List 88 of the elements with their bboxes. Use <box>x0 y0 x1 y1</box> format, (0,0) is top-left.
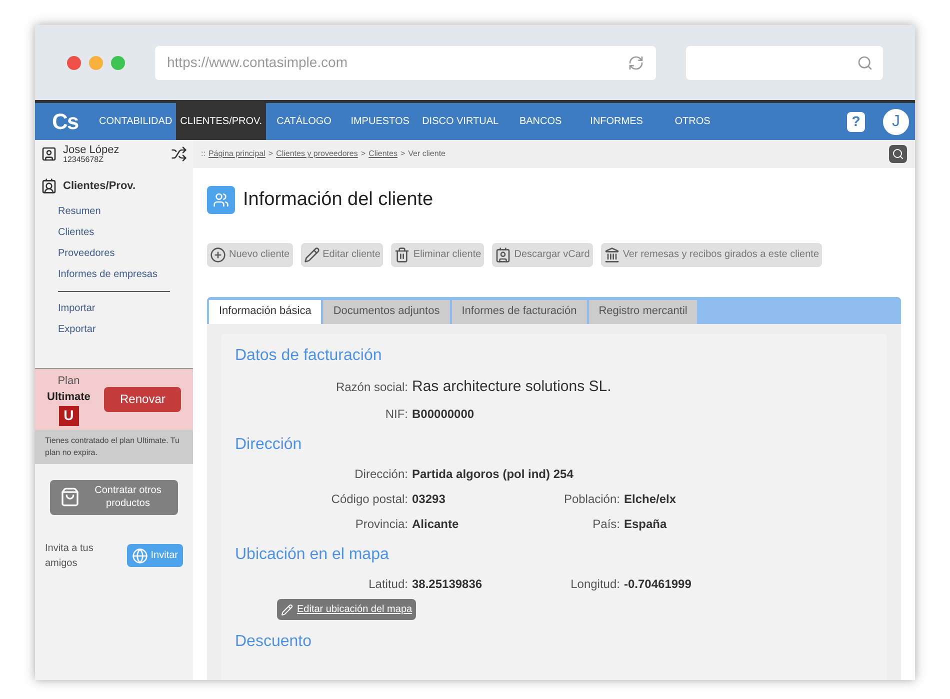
nav-tab[interactable]: DISCO VIRTUAL <box>418 103 503 140</box>
buy-products-button[interactable]: Contratar otros productos <box>50 480 178 514</box>
breadcrumb-separator: > <box>400 148 406 160</box>
field-label: Razón social: <box>334 378 408 396</box>
breadcrumb-link[interactable]: Clientes y proveedores <box>276 148 358 160</box>
section-title: Ubicación en el mapa <box>235 545 390 565</box>
field-value: Partida algoros (pol ind) 254 <box>412 466 574 483</box>
user-name: Jose López <box>63 144 120 156</box>
sidebar-link[interactable]: Importar <box>58 298 170 318</box>
user-id: 12345678Z <box>63 156 104 164</box>
plus-circle-icon <box>210 246 226 262</box>
invite-button[interactable]: Invitar <box>126 544 183 567</box>
field-label: País: <box>592 516 620 533</box>
breadcrumb-prefix: :: <box>201 148 206 160</box>
search-button[interactable] <box>889 145 907 163</box>
tab[interactable]: Información básica <box>209 300 322 324</box>
logo[interactable]: Cs <box>35 103 95 140</box>
field-value: Elche/elx <box>624 491 676 508</box>
url-text: https://www.contasimple.com <box>167 53 348 72</box>
invite-text: Invita a tus amigos <box>45 542 94 570</box>
sidebar-title: Clientes/Prov. <box>63 179 136 194</box>
field-label: Dirección: <box>354 466 408 483</box>
switch-icon[interactable] <box>171 146 187 162</box>
tab[interactable]: Informes de facturación <box>452 300 587 324</box>
help-icon[interactable]: ? <box>847 112 865 132</box>
breadcrumb-separator: > <box>360 148 366 160</box>
nav-tab[interactable]: OTROS <box>654 103 731 140</box>
breadcrumb-current: Ver cliente <box>408 148 446 160</box>
field-value: España <box>624 516 667 533</box>
sidebar-link[interactable]: Proveedores <box>58 242 170 264</box>
field-value: 38.25139836 <box>412 576 482 593</box>
sidebar-link[interactable]: Informes de empresas <box>58 264 170 284</box>
toolbar-button[interactable]: Editar cliente <box>300 242 384 266</box>
field-value: B00000000 <box>412 406 474 423</box>
breadcrumb-link[interactable]: Página principal <box>208 148 266 160</box>
clipboard-user-icon <box>41 178 57 194</box>
section-title: Datos de facturación <box>235 346 383 366</box>
field-label: Código postal: <box>330 491 408 508</box>
search-icon <box>892 148 904 160</box>
field-value: Alicante <box>412 516 459 533</box>
plan-note: Tienes contratado el plan Ultimate. Tu plan no expira. <box>35 430 193 464</box>
user-avatar[interactable]: J <box>881 106 911 136</box>
plan-name: Ultimate <box>47 390 90 405</box>
nav-tab[interactable]: BANCOS <box>502 103 579 140</box>
nav-tab[interactable]: IMPUESTOS <box>342 103 418 140</box>
user-card-icon <box>41 146 57 162</box>
field-value: 03293 <box>412 491 446 508</box>
sidebar-link[interactable]: Exportar <box>58 318 170 340</box>
nav-tab[interactable]: CATÁLOGO <box>266 103 342 140</box>
sidebar-link[interactable]: Clientes <box>58 222 170 242</box>
toolbar-button[interactable]: Nuevo cliente <box>207 242 293 266</box>
tab[interactable]: Registro mercantil <box>588 300 698 324</box>
pencil-icon <box>281 604 293 616</box>
users-icon <box>207 186 235 214</box>
globe-icon <box>132 548 148 564</box>
page-title: Información del cliente <box>243 188 434 212</box>
trash-icon <box>394 246 410 262</box>
shopping-bag-icon <box>60 487 80 507</box>
toolbar-button[interactable]: Descargar vCard <box>492 242 593 266</box>
plan-badge: U <box>58 406 79 426</box>
breadcrumb-link[interactable]: Clientes <box>368 148 398 160</box>
pencil-icon <box>304 246 320 262</box>
contact-card-icon <box>495 246 512 262</box>
field-label: Población: <box>562 491 620 508</box>
section-title: Descuento <box>235 632 312 652</box>
nav-tab[interactable]: INFORMES <box>578 103 655 140</box>
browser-search-field[interactable] <box>686 46 883 80</box>
reload-icon[interactable] <box>628 54 644 70</box>
tab[interactable]: Documentos adjuntos <box>323 300 450 324</box>
field-label: Latitud: <box>368 576 408 593</box>
renew-button[interactable]: Renovar <box>104 386 181 412</box>
nav-tab[interactable]: CLIENTES/PROV. <box>176 103 266 140</box>
field-label: NIF: <box>384 406 408 423</box>
url-field[interactable]: https://www.contasimple.com <box>155 46 656 80</box>
toolbar-button[interactable]: Ver remesas y recibos girados a este cliente <box>600 242 822 266</box>
field-value: -0.70461999 <box>624 576 692 593</box>
nav-tab[interactable]: CONTABILIDAD <box>95 103 176 140</box>
plan-label: Plan <box>58 374 80 388</box>
field-value: Ras architecture solutions SL. <box>412 376 612 396</box>
breadcrumb-separator: > <box>268 148 274 160</box>
search-icon[interactable] <box>857 54 873 70</box>
section-title: Dirección <box>235 435 303 455</box>
toolbar-button[interactable]: Eliminar cliente <box>391 242 484 266</box>
bank-icon <box>604 246 620 262</box>
field-label: Provincia: <box>354 516 408 533</box>
edit-map-button[interactable]: Editar ubicación del mapa <box>277 599 416 620</box>
field-label: Longitud: <box>570 576 620 593</box>
sidebar-link[interactable]: Resumen <box>58 200 170 222</box>
